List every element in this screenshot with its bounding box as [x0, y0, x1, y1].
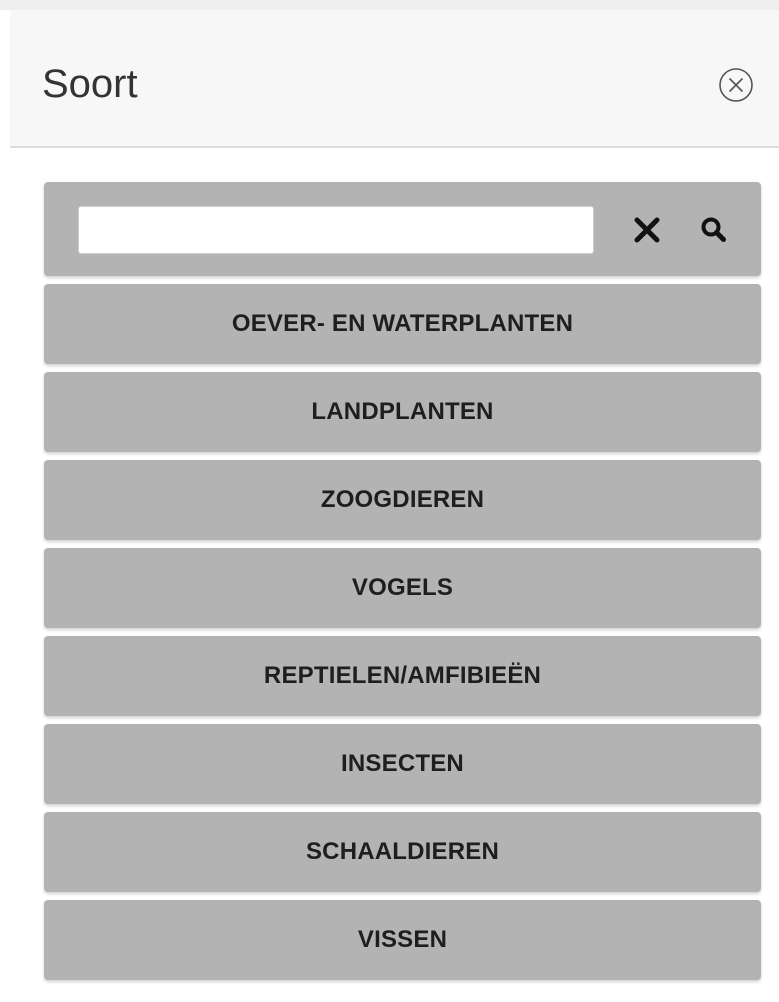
category-item-insecten[interactable]: INSECTEN [44, 724, 761, 804]
panel-title: Soort [42, 62, 138, 106]
category-item-oever-en-waterplanten[interactable]: OEVER- EN WATERPLANTEN [44, 284, 761, 364]
close-x-icon [634, 217, 660, 243]
category-item-vogels[interactable]: VOGELS [44, 548, 761, 628]
category-label: VOGELS [351, 574, 454, 601]
close-button[interactable] [711, 60, 761, 110]
category-label: LANDPLANTEN [311, 398, 494, 425]
category-label: ZOOGDIEREN [320, 486, 485, 513]
category-label: REPTIELEN/AMFIBIEËN [263, 662, 542, 689]
search-input[interactable] [78, 206, 594, 254]
category-label: VISSEN [357, 926, 448, 953]
search-button[interactable] [698, 214, 730, 246]
search-bar [44, 182, 761, 276]
category-label: INSECTEN [341, 750, 464, 777]
search-icon [701, 217, 726, 242]
category-item-vissen[interactable]: VISSEN [44, 900, 761, 980]
category-item-landplanten[interactable]: LANDPLANTEN [44, 372, 761, 452]
circle-close-icon [719, 68, 753, 102]
panel-header: Soort [10, 10, 779, 148]
category-label: OEVER- EN WATERPLANTEN [231, 310, 574, 337]
category-item-zoogdieren[interactable]: ZOOGDIEREN [44, 460, 761, 540]
clear-search-button[interactable] [630, 213, 664, 247]
top-strip [0, 0, 779, 10]
category-label: SCHAALDIEREN [305, 838, 500, 865]
category-item-reptielen-amfibieen[interactable]: REPTIELEN/AMFIBIEËN [44, 636, 761, 716]
category-panel: OEVER- EN WATERPLANTEN LANDPLANTEN ZOOGD… [44, 182, 761, 988]
category-item-schaaldieren[interactable]: SCHAALDIEREN [44, 812, 761, 892]
